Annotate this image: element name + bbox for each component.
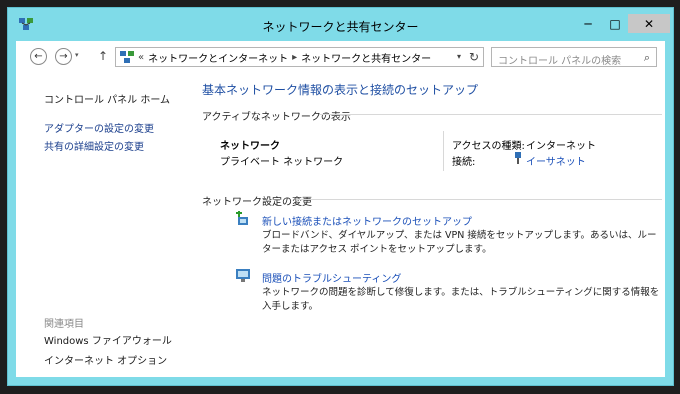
address-dropdown-icon[interactable]: ▾ bbox=[457, 52, 461, 61]
maximize-button[interactable]: □ bbox=[602, 14, 628, 33]
search-icon[interactable]: ⌕ bbox=[644, 51, 650, 65]
client-area: ← → ▾ ↑ « ネットワークとインターネット ▸ ネットワークと共有センター… bbox=[16, 41, 665, 377]
back-button[interactable]: ← bbox=[30, 48, 47, 65]
active-networks-heading: アクティブなネットワークの表示 bbox=[202, 112, 351, 123]
access-type-label: アクセスの種類: bbox=[452, 141, 525, 152]
control-panel-icon bbox=[120, 51, 134, 63]
sidebar-windows-firewall[interactable]: Windows ファイアウォール bbox=[44, 332, 172, 347]
search-placeholder: コントロール パネルの検索 bbox=[498, 56, 622, 67]
refresh-icon[interactable]: ↻ bbox=[469, 50, 479, 64]
sidebar-control-panel-home[interactable]: コントロール パネル ホーム bbox=[44, 91, 170, 106]
minimize-button[interactable]: ─ bbox=[575, 14, 601, 33]
setup-new-connection-description: ブロードバンド、ダイヤルアップ、または VPN 接続をセットアップします。あるい… bbox=[262, 230, 657, 255]
change-settings-heading: ネットワーク設定の変更 bbox=[202, 197, 312, 208]
address-bar[interactable]: « ネットワークとインターネット ▸ ネットワークと共有センター ▾ ↻ bbox=[115, 47, 484, 67]
section-divider bbox=[320, 114, 662, 115]
sidebar-change-adapter-settings[interactable]: アダプターの設定の変更 bbox=[44, 120, 154, 135]
new-connection-icon bbox=[236, 211, 248, 225]
network-name: ネットワーク bbox=[220, 141, 280, 152]
ethernet-icon bbox=[515, 152, 521, 164]
breadcrumb-network-internet[interactable]: ネットワークとインターネット bbox=[148, 50, 288, 65]
up-arrow-icon[interactable]: ↑ bbox=[98, 49, 108, 63]
breadcrumb-overflow-icon[interactable]: « bbox=[138, 52, 144, 63]
title-bar[interactable]: ネットワークと共有センター ─ □ ✕ bbox=[8, 8, 673, 41]
connection-ethernet-link[interactable]: イーサネット bbox=[526, 153, 586, 168]
network-category: プライベート ネットワーク bbox=[220, 157, 344, 168]
section-divider bbox=[297, 199, 662, 200]
sidebar-internet-options[interactable]: インターネット オプション bbox=[44, 352, 167, 367]
sidebar-advanced-sharing-settings[interactable]: 共有の詳細設定の変更 bbox=[44, 138, 144, 153]
navigation-bar: ← → ▾ ↑ « ネットワークとインターネット ▸ ネットワークと共有センター… bbox=[16, 41, 665, 73]
recent-pages-dropdown-icon[interactable]: ▾ bbox=[75, 51, 79, 59]
close-button[interactable]: ✕ bbox=[628, 14, 670, 33]
window-title: ネットワークと共有センター bbox=[262, 20, 419, 34]
troubleshoot-problems-link[interactable]: 問題のトラブルシューティング bbox=[262, 270, 401, 285]
page-title: 基本ネットワーク情報の表示と接続のセットアップ bbox=[202, 83, 479, 97]
troubleshoot-icon bbox=[236, 269, 250, 282]
search-input[interactable]: コントロール パネルの検索 ⌕ bbox=[491, 47, 657, 67]
breadcrumb-network-sharing-center[interactable]: ネットワークと共有センター bbox=[301, 50, 431, 65]
access-type-value: インターネット bbox=[526, 141, 596, 152]
breadcrumb-separator-icon[interactable]: ▸ bbox=[292, 52, 297, 63]
see-also-heading: 関連項目 bbox=[44, 319, 84, 330]
sidebar: コントロール パネル ホーム アダプターの設定の変更 共有の詳細設定の変更 関連… bbox=[16, 73, 196, 377]
troubleshoot-problems-description: ネットワークの問題を診断して修復します。または、トラブルシューティングに関する情… bbox=[262, 287, 660, 312]
window: ネットワークと共有センター ─ □ ✕ ← → ▾ ↑ « ネットワークとインタ… bbox=[7, 7, 674, 386]
forward-button[interactable]: → bbox=[55, 48, 72, 65]
connection-label: 接続: bbox=[452, 157, 476, 168]
main-content: 基本ネットワーク情報の表示と接続のセットアップ アクティブなネットワークの表示 … bbox=[202, 73, 662, 377]
vertical-divider bbox=[443, 131, 444, 171]
setup-new-connection-link[interactable]: 新しい接続またはネットワークのセットアップ bbox=[262, 213, 472, 228]
